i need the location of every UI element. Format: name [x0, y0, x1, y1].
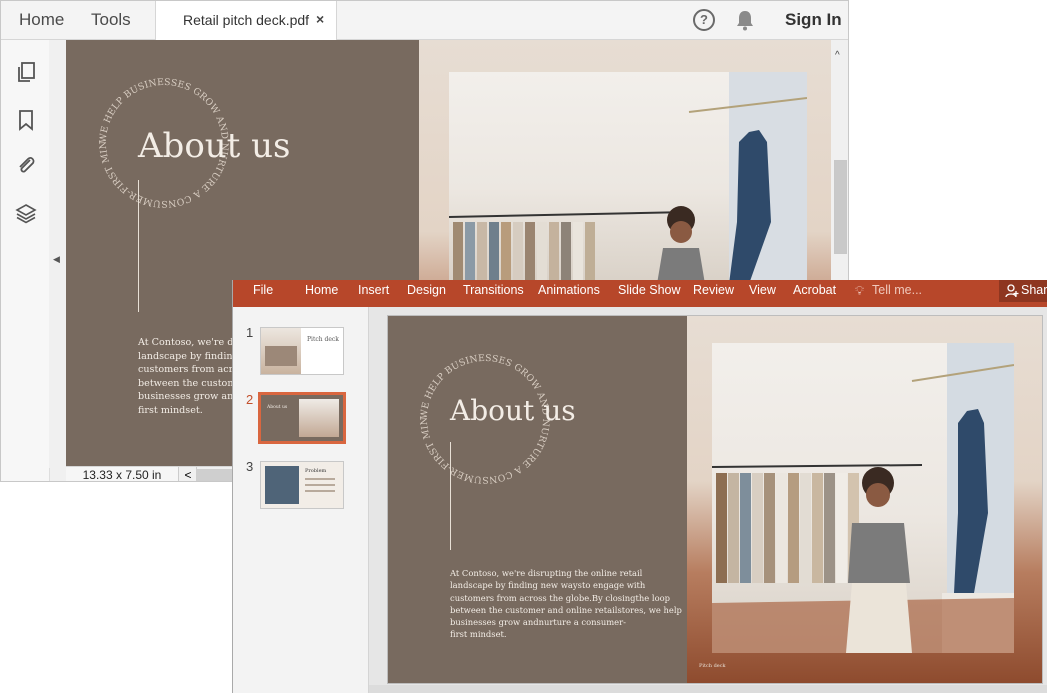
thumbnail-number: 3 [246, 459, 254, 474]
slide-thumbnail-3[interactable]: Problem [260, 461, 344, 509]
add-person-icon [1005, 284, 1019, 298]
slide-footer: Pitch deck [699, 663, 726, 669]
slide-title: About us [138, 126, 291, 166]
thumbnail-label: About us [267, 405, 288, 410]
left-tool-rail [1, 40, 50, 481]
divider-line [450, 442, 451, 550]
lightbulb-icon: 💡︎ [855, 283, 865, 298]
tab-insert[interactable]: Insert [358, 283, 389, 297]
tab-tools[interactable]: Tools [91, 10, 131, 30]
sign-in-button[interactable]: Sign In [785, 10, 842, 30]
layers-icon[interactable] [15, 202, 37, 224]
slide-photo[interactable] [712, 343, 1014, 653]
attachment-icon[interactable] [15, 154, 37, 176]
horizontal-scrollbar[interactable] [369, 685, 1047, 693]
slide-thumbnail-1[interactable]: Pitch deck [260, 327, 344, 375]
tab-home[interactable]: Home [305, 283, 338, 297]
thumbnail-number: 1 [246, 325, 254, 340]
tab-acrobat[interactable]: Acrobat [793, 283, 836, 297]
tab-view[interactable]: View [749, 283, 776, 297]
document-tab[interactable]: Retail pitch deck.pdf × [155, 1, 337, 40]
thumbnail-label: Pitch deck [307, 336, 339, 343]
powerpoint-window: File Home Insert Design Transitions Anim… [232, 280, 1047, 693]
tab-animations[interactable]: Animations [538, 283, 600, 297]
slide-photo [449, 72, 807, 284]
help-icon[interactable]: ? [693, 9, 715, 31]
slide-body-text[interactable]: At Contoso, we're disrupting the online … [450, 567, 682, 641]
slide-editing-area: WE HELP BUSINESSES GROW AND NURTURE A CO… [369, 307, 1047, 693]
scroll-up-arrow[interactable]: ^ [835, 50, 840, 61]
current-slide[interactable]: WE HELP BUSINESSES GROW AND NURTURE A CO… [387, 315, 1043, 684]
share-label: Shar [1021, 283, 1047, 297]
close-tab-button[interactable]: × [316, 11, 324, 27]
tab-home[interactable]: Home [19, 10, 64, 30]
tab-review[interactable]: Review [693, 283, 734, 297]
collapse-panel-toggle[interactable]: ◀ [49, 40, 66, 468]
tab-design[interactable]: Design [407, 283, 446, 297]
scroll-thumb[interactable] [834, 160, 847, 254]
tab-file[interactable]: File [253, 283, 273, 297]
thumbnail-number: 2 [246, 392, 254, 407]
share-button[interactable]: Shar [999, 280, 1047, 302]
tab-transitions[interactable]: Transitions [463, 283, 524, 297]
slide-title[interactable]: About us [450, 394, 576, 427]
tell-me-search[interactable]: Tell me... [872, 283, 922, 297]
slide-thumbnail-2[interactable]: About us [258, 392, 346, 444]
collapse-arrow-icon: ◀ [53, 254, 60, 264]
thumbnail-label: Problem [305, 468, 327, 474]
scroll-left-arrow[interactable]: < [180, 467, 197, 481]
bookmark-icon[interactable] [15, 109, 37, 131]
tab-slide-show[interactable]: Slide Show [618, 283, 681, 297]
bell-icon[interactable] [735, 9, 755, 31]
ribbon-tabs: File Home Insert Design Transitions Anim… [233, 280, 1047, 307]
page-size-readout: 13.33 x 7.50 in [66, 467, 179, 481]
slide-thumbnail-pane: 1 Pitch deck 2 About us 3 Problem [233, 307, 369, 693]
acrobat-top-bar: Home Tools Retail pitch deck.pdf × ? Sig… [1, 1, 848, 40]
pages-icon[interactable] [15, 61, 37, 83]
divider-line [138, 180, 139, 312]
document-tab-title: Retail pitch deck.pdf [183, 12, 310, 28]
